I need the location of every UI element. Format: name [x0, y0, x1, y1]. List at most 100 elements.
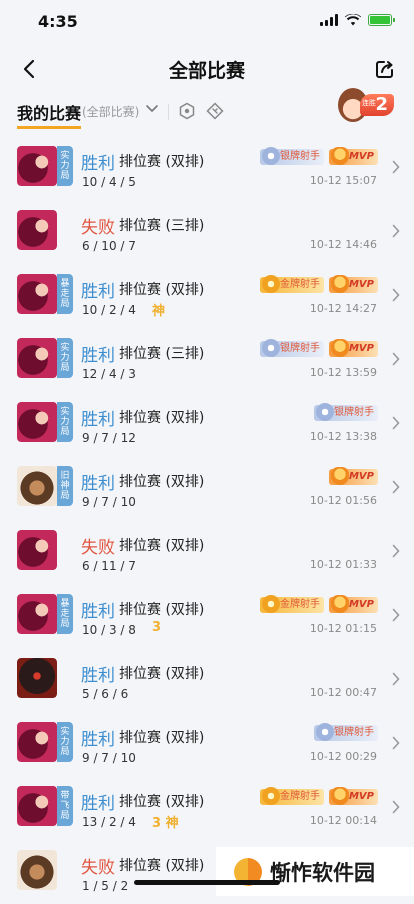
match-row[interactable]: 实力局 胜利 排位赛 (双排) 10 / 4 / 5 银牌射手 MVP 10-12 15:0…: [0, 136, 414, 200]
hero-portrait: [17, 402, 57, 442]
match-result: 胜利: [81, 282, 115, 302]
hero-avatar: [17, 530, 57, 570]
match-list: 实力局 胜利 排位赛 (双排) 10 / 4 / 5 银牌射手 MVP 10-12 15:0…: [0, 136, 414, 904]
match-row[interactable]: 实力局 胜利 排位赛 (双排) 9 / 7 / 12 银牌射手 10-12 13:38: [0, 392, 414, 456]
kda-score: 9 / 7 / 10: [82, 495, 136, 509]
match-tag: 实力局: [57, 402, 73, 442]
diamond-filter-icon[interactable]: [206, 102, 224, 120]
badge-group: 银牌射手: [314, 723, 378, 741]
chevron-right-icon: [392, 544, 400, 558]
chevron-down-icon[interactable]: [146, 104, 158, 114]
match-row[interactable]: 暴走局 胜利 排位赛 (双排) 10 / 2 / 4 神 金牌射手 MVP 10-12 14:…: [0, 264, 414, 328]
match-mode: 排位赛 (双排): [119, 538, 205, 554]
hero-avatar: 暴走局: [17, 274, 73, 314]
hexagon-filter-icon[interactable]: [178, 102, 196, 120]
match-mode: 排位赛 (双排): [119, 474, 205, 490]
match-result: 胜利: [81, 346, 115, 366]
chevron-right-icon: [392, 736, 400, 750]
hero-avatar: 实力局: [17, 146, 73, 186]
mvp-badge: MVP: [328, 339, 378, 357]
chevron-right-icon: [392, 352, 400, 366]
win-streak-label: 连胜: [362, 99, 376, 107]
medal-badge: 银牌射手: [314, 723, 378, 741]
match-time: 10-12 14:46: [309, 238, 377, 251]
hero-portrait: [17, 274, 57, 314]
match-row[interactable]: 实力局 胜利 排位赛 (双排) 9 / 7 / 10 银牌射手 10-12 00:29: [0, 712, 414, 776]
match-tag: 实力局: [57, 338, 73, 378]
watermark: 惭怍软件园: [216, 847, 414, 896]
kda-score: 10 / 4 / 5: [82, 175, 136, 189]
match-tag: 旧神局: [57, 466, 73, 506]
chevron-right-icon: [392, 288, 400, 302]
kda-score: 9 / 7 / 12: [82, 431, 136, 445]
badge-group: 金牌射手 MVP: [259, 595, 378, 613]
match-mode: 排位赛 (双排): [119, 282, 205, 298]
chevron-right-icon: [392, 800, 400, 814]
match-mode: 排位赛 (双排): [119, 410, 205, 426]
hero-avatar: [17, 658, 57, 698]
match-row[interactable]: 暴走局 胜利 排位赛 (双排) 10 / 3 / 8 3 金牌射手 MVP 10-12 01:…: [0, 584, 414, 648]
honor-mark: 3: [152, 620, 162, 635]
status-icons: [320, 14, 395, 26]
medal-badge: 银牌射手: [259, 339, 324, 357]
match-mode: 排位赛 (双排): [119, 154, 205, 170]
filter-bar: 我的比赛 (全部比赛) 2 连胜: [0, 88, 414, 132]
medal-badge: 银牌射手: [314, 403, 378, 421]
chevron-right-icon: [392, 416, 400, 430]
match-row[interactable]: 带飞局 胜利 排位赛 (双排) 13 / 2 / 4 3 神 金牌射手 MVP 10-12 0…: [0, 776, 414, 840]
match-time: 10-12 01:33: [309, 558, 377, 571]
match-row[interactable]: 旧神局 胜利 排位赛 (双排) 9 / 7 / 10 MVP 10-12 01:56: [0, 456, 414, 520]
mvp-badge: MVP: [328, 467, 378, 485]
hero-avatar: [17, 210, 57, 250]
match-result: 胜利: [81, 666, 115, 686]
hero-portrait: [17, 722, 57, 762]
match-row[interactable]: 失败 排位赛 (双排) 6 / 11 / 7 10-12 01:33: [0, 520, 414, 584]
kda-score: 12 / 4 / 3: [82, 367, 136, 381]
match-time: 10-12 01:15: [309, 622, 377, 635]
kda-score: 10 / 3 / 8: [82, 623, 136, 637]
mvp-badge: MVP: [328, 147, 378, 165]
hero-avatar: 带飞局: [17, 786, 73, 826]
badge-group: 金牌射手 MVP: [259, 275, 378, 293]
hero-portrait: [17, 146, 57, 186]
medal-badge: 金牌射手: [259, 595, 324, 613]
home-indicator: [134, 880, 280, 885]
hero-avatar: [17, 850, 57, 890]
match-mode: 排位赛 (双排): [119, 794, 205, 810]
status-bar: 4:35: [0, 0, 414, 44]
share-button[interactable]: [370, 54, 400, 84]
match-result: 胜利: [81, 154, 115, 174]
page-title: 全部比赛: [168, 60, 245, 82]
kda-score: 13 / 2 / 4: [82, 815, 136, 829]
kda-score: 6 / 10 / 7: [82, 239, 136, 253]
my-matches-tab[interactable]: 我的比赛: [17, 100, 82, 129]
chevron-right-icon: [392, 160, 400, 174]
hero-portrait: [17, 530, 57, 570]
match-time: 10-12 13:38: [309, 430, 377, 443]
match-row[interactable]: 实力局 胜利 排位赛 (三排) 12 / 4 / 3 银牌射手 MVP 10-12 13:5…: [0, 328, 414, 392]
match-row[interactable]: 胜利 排位赛 (双排) 5 / 6 / 6 10-12 00:47: [0, 648, 414, 712]
match-result: 胜利: [81, 602, 115, 622]
match-time: 10-12 00:47: [309, 686, 377, 699]
match-result: 胜利: [81, 410, 115, 430]
match-result: 失败: [81, 538, 115, 558]
match-tag: 实力局: [57, 722, 73, 762]
filter-scope-label[interactable]: (全部比赛): [82, 103, 139, 120]
match-time: 10-12 15:07: [309, 174, 377, 187]
match-mode: 排位赛 (三排): [119, 218, 205, 234]
watermark-text: 惭怍软件园: [270, 860, 375, 885]
match-result: 胜利: [81, 794, 115, 814]
honor-mark: 神: [152, 304, 166, 319]
kda-score: 9 / 7 / 10: [82, 751, 136, 765]
badge-group: 银牌射手: [314, 403, 378, 421]
match-time: 10-12 00:29: [309, 750, 377, 763]
win-streak-mascot[interactable]: 2 连胜: [336, 88, 394, 128]
cellular-signal-icon: [320, 14, 338, 26]
match-mode: 排位赛 (双排): [119, 602, 205, 618]
medal-badge: 金牌射手: [259, 787, 324, 805]
kda-score: 1 / 5 / 2: [82, 879, 129, 893]
hero-avatar: 实力局: [17, 338, 73, 378]
match-row[interactable]: 失败 排位赛 (三排) 6 / 10 / 7 10-12 14:46: [0, 200, 414, 264]
match-mode: 排位赛 (双排): [119, 666, 205, 682]
match-result: 失败: [81, 858, 115, 878]
